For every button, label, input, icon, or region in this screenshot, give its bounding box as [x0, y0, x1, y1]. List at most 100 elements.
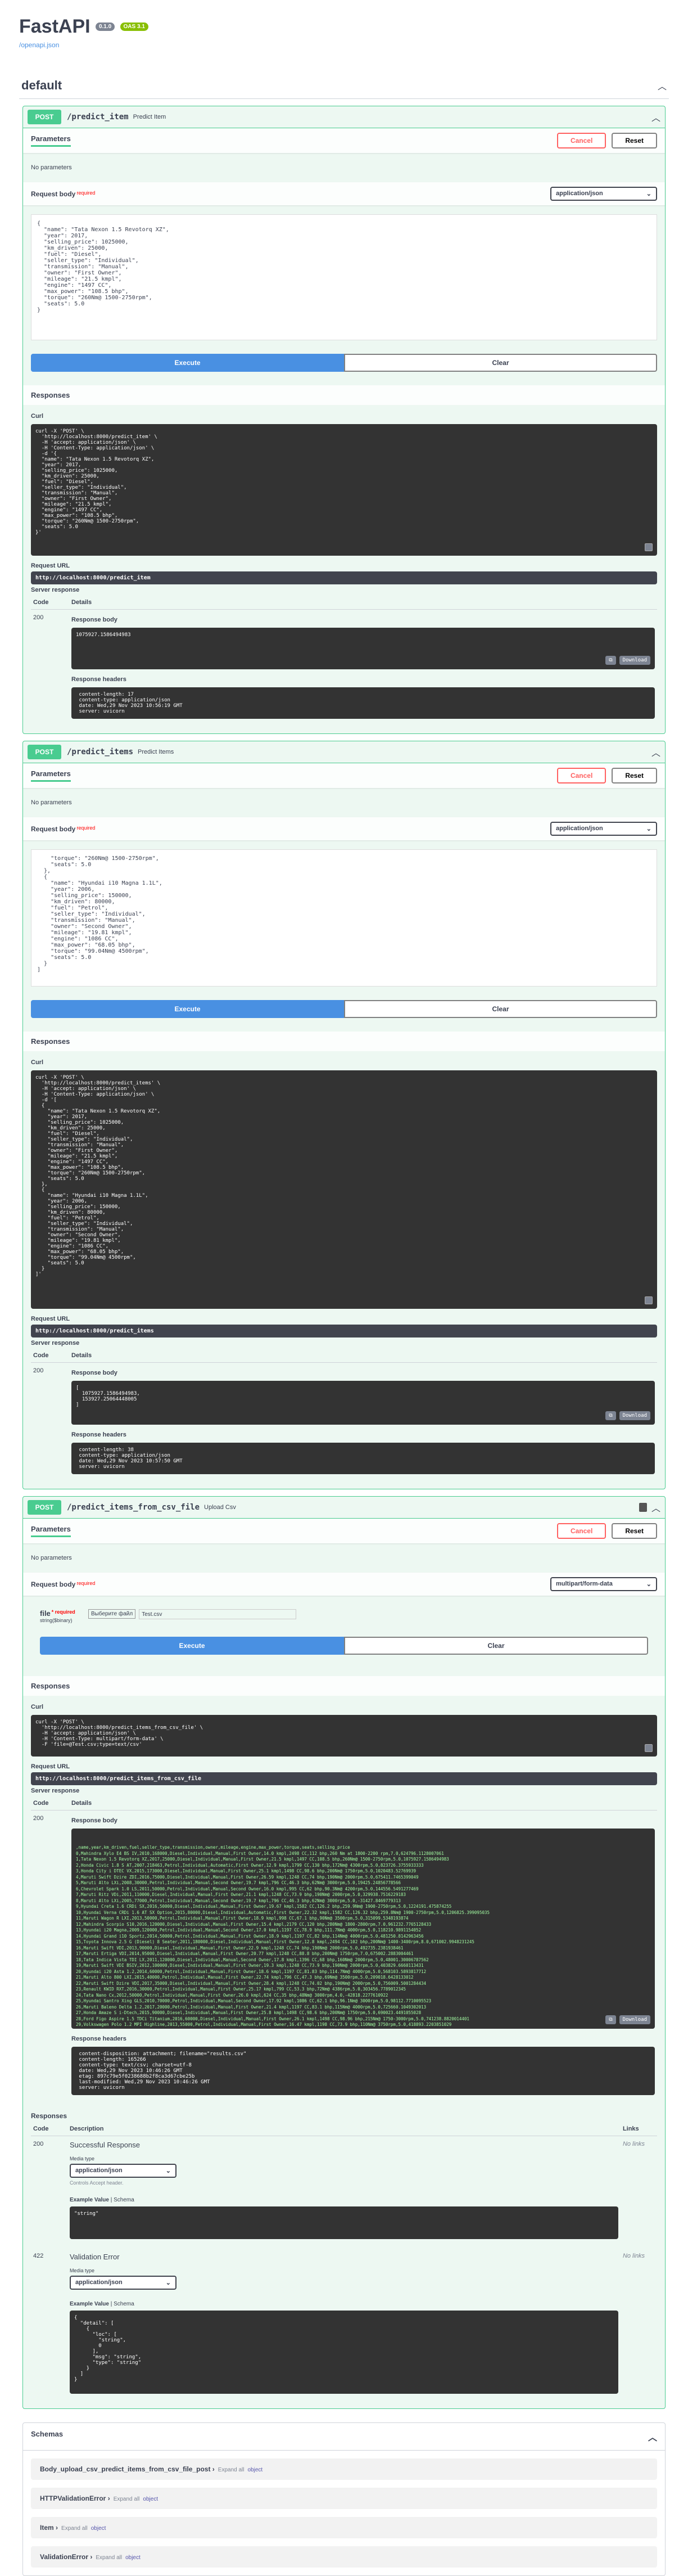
csv-row: 3,Honda City i DTEC VX,2015,173000,Diese…: [76, 1868, 417, 1874]
responses-heading: Responses: [23, 1032, 665, 1051]
responses-heading: Responses: [23, 1676, 665, 1696]
method-badge: POST: [28, 745, 61, 759]
copy-icon[interactable]: [645, 543, 653, 551]
code-header: Code: [31, 596, 69, 610]
csv-row: 9,Hyundai Creta 1.6 CRDi SX,2016,50000,D…: [76, 1904, 452, 1909]
file-name-field[interactable]: Test.csv: [139, 1609, 297, 1619]
response-headers-label: Response headers: [71, 2035, 126, 2042]
copy-icon[interactable]: [645, 1296, 653, 1304]
example-value-tab[interactable]: Example Value: [70, 2301, 109, 2307]
response-body-label: Response body: [71, 1817, 117, 1824]
tab-parameters[interactable]: Parameters: [31, 769, 71, 782]
csv-row: 21,Maruti Alto 800 LXI,2015,40000,Petrol…: [76, 1975, 414, 1980]
cancel-button[interactable]: Cancel: [556, 1523, 606, 1539]
opblock-predict-items-from-csv: POST /predict_items_from_csv_file Upload…: [22, 1496, 666, 2409]
chevron-up-icon[interactable]: ︿: [651, 1501, 660, 1514]
media-type-select[interactable]: application/json ⌄: [69, 2164, 176, 2178]
schemas-title: Schemas: [31, 2430, 64, 2438]
op-summary[interactable]: POST /predict_items Predict Items ︿: [23, 741, 665, 763]
execute-button[interactable]: Execute: [31, 354, 344, 372]
tab-parameters[interactable]: Parameters: [31, 1525, 71, 1537]
content-type-select[interactable]: multipart/form-data ⌄: [550, 1577, 657, 1591]
required-marker: required: [76, 1580, 96, 1586]
reset-button[interactable]: Reset: [612, 133, 657, 148]
op-summary[interactable]: POST /predict_item Predict Item ︿: [23, 106, 665, 128]
copy-icon[interactable]: ⧉: [605, 656, 616, 665]
model-type: object: [125, 2555, 141, 2561]
expand-all[interactable]: Expand all: [96, 2555, 122, 2561]
csv-row: 1,Tata Nexon 1.5 Revotorq XZ,2017,25000,…: [76, 1857, 449, 1862]
copy-icon[interactable]: ⧉: [605, 1411, 616, 1420]
clear-button[interactable]: Clear: [344, 1637, 648, 1655]
version-badge: 0.1.0: [95, 22, 115, 31]
schema-model[interactable]: Item › Expand all object: [31, 2517, 657, 2538]
expand-all[interactable]: Expand all: [218, 2467, 245, 2473]
chevron-up-icon[interactable]: ︿: [651, 110, 660, 124]
content-type-select[interactable]: application/json ⌄: [550, 822, 657, 836]
server-response-table: Code Details 200 Response body [ 1075927.…: [31, 1349, 657, 1483]
example-value-tab[interactable]: Example Value: [70, 2197, 109, 2203]
execute-button[interactable]: Execute: [40, 1637, 344, 1655]
schema-model[interactable]: ValidationError › Expand all object: [31, 2546, 657, 2568]
schemas-header[interactable]: Schemas ︿: [23, 2423, 665, 2451]
execute-button[interactable]: Execute: [31, 1000, 344, 1018]
openapi-link[interactable]: /openapi.json: [19, 41, 669, 49]
app-title: FastAPI: [19, 16, 90, 37]
copy-path-icon[interactable]: [639, 1503, 647, 1512]
copy-icon[interactable]: [645, 1744, 653, 1752]
params-tabbar: Parameters Cancel Reset: [23, 1519, 665, 1543]
response-code: 200: [33, 614, 44, 621]
chevron-up-icon[interactable]: ︿: [648, 2430, 657, 2443]
response-headers: content-disposition: attachment; filenam…: [71, 2047, 655, 2095]
csv-row: 17,Maruti Ertiga VDI,2014,95000,Diesel,I…: [76, 1951, 414, 1956]
tag-section-header[interactable]: default ︿: [19, 70, 669, 99]
request-url: http://localhost:8000/predict_items_from…: [31, 1772, 657, 1785]
chevron-up-icon[interactable]: ︿: [651, 745, 660, 759]
clear-button[interactable]: Clear: [344, 1000, 657, 1018]
csv-row: 18,Tata Indica Vista TDI LX,2011,120000,…: [76, 1957, 429, 1962]
cancel-button[interactable]: Cancel: [556, 133, 606, 148]
csv-row: 8,Maruti Alto LXi,2005,77000,Petrol,Indi…: [76, 1898, 401, 1903]
copy-icon[interactable]: ⧉: [605, 2015, 616, 2024]
request-body-editor[interactable]: "torque": "260Nm@ 1500-2750rpm", "seats"…: [31, 849, 657, 987]
reset-button[interactable]: Reset: [612, 768, 657, 783]
download-button[interactable]: Download: [619, 2015, 650, 2024]
choose-file-button[interactable]: Выберите файл: [88, 1609, 136, 1619]
content-type-select[interactable]: application/json ⌄: [550, 187, 657, 201]
request-body-bar: Request body required application/json ⌄: [23, 182, 665, 205]
download-button[interactable]: Download: [619, 656, 650, 665]
chevron-down-icon: ⌄: [646, 191, 651, 197]
op-path: /predict_items_from_csv_file: [67, 1503, 200, 1512]
csv-row: 14,Hyundai Grand i10 Sportz,2014,50000,P…: [76, 1933, 424, 1939]
schema-tab[interactable]: Schema: [114, 2301, 134, 2307]
curl-code: curl -X 'POST' \ 'http://localhost:8000/…: [31, 1070, 657, 1309]
media-type-select[interactable]: application/json ⌄: [69, 2276, 176, 2290]
request-url: http://localhost:8000/predict_items: [31, 1325, 657, 1337]
chevron-down-icon: ⌄: [165, 2280, 171, 2286]
response-body: 1075927.1586494983 ⧉ Download: [71, 628, 655, 669]
oas-badge: OAS 3.1: [120, 22, 148, 31]
expand-all[interactable]: Expand all: [114, 2496, 140, 2502]
request-body-editor[interactable]: { "name": "Tata Nexon 1.5 Revotorq XZ", …: [31, 214, 657, 340]
schema-tab[interactable]: Schema: [114, 2197, 134, 2203]
csv-row: 13,Hyundai i20 Magna,2009,120000,Petrol,…: [76, 1928, 422, 1933]
tab-parameters[interactable]: Parameters: [31, 134, 71, 147]
op-summary-text: Predict Items: [138, 749, 174, 755]
schema-model[interactable]: HTTPValidationError › Expand all object: [31, 2488, 657, 2509]
chevron-up-icon[interactable]: ︿: [658, 79, 667, 92]
op-path: /predict_item: [67, 112, 129, 121]
responses-doc-table: Code Description Links 200 Successful Re…: [31, 2122, 657, 2403]
media-type-label: Media type: [69, 2268, 94, 2273]
cancel-button[interactable]: Cancel: [556, 768, 606, 783]
clear-button[interactable]: Clear: [344, 354, 657, 372]
response-code: 200: [33, 1815, 44, 1822]
schema-model[interactable]: Body_upload_csv_predict_items_from_csv_f…: [31, 2458, 657, 2480]
op-summary[interactable]: POST /predict_items_from_csv_file Upload…: [23, 1497, 665, 1519]
download-button[interactable]: Download: [619, 1411, 650, 1420]
reset-button[interactable]: Reset: [612, 1523, 657, 1539]
request-url: http://localhost:8000/predict_item: [31, 571, 657, 584]
required-marker: * required: [51, 1609, 75, 1615]
csv-row: 16,Maruti Swift VDI,2013,90000,Diesel,In…: [76, 1945, 404, 1951]
expand-all[interactable]: Expand all: [61, 2525, 88, 2532]
request-body-label: Request body: [31, 1580, 76, 1588]
